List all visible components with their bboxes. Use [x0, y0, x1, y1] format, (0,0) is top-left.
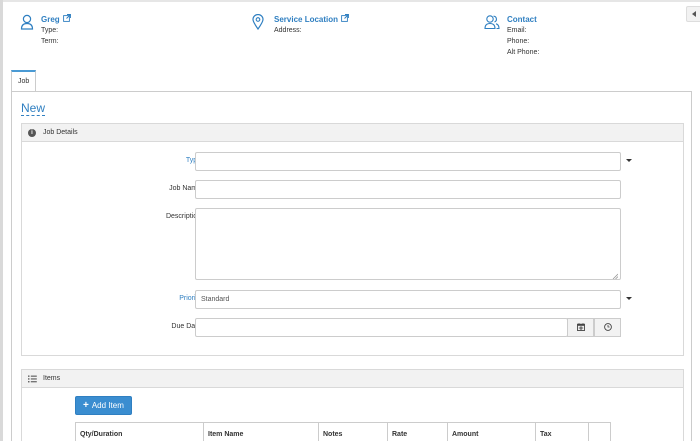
column-header-tax[interactable]: Tax	[536, 423, 589, 441]
contact-info: Contact Email: Phone: Alt Phone:	[484, 14, 539, 58]
items-title: Items	[43, 375, 61, 382]
job-details-header: i Job Details	[22, 124, 683, 142]
caret-left-icon	[691, 11, 696, 17]
calendar-button[interactable]	[567, 318, 594, 337]
email-label: Email:	[507, 27, 527, 34]
customer-info: Greg Type: Term:	[20, 14, 71, 47]
chevron-down-icon	[626, 159, 632, 162]
external-link-icon	[341, 14, 349, 24]
column-header-notes[interactable]: Notes	[319, 423, 388, 441]
service-location-title: Service Location	[274, 14, 339, 24]
page-title[interactable]: New	[21, 102, 46, 116]
job-name-input[interactable]	[195, 180, 621, 199]
left-frame-edge	[0, 0, 3, 441]
add-item-label: Add Item	[91, 401, 124, 410]
customer-name: Greg	[41, 14, 60, 24]
customer-type-label: Type:	[41, 27, 59, 34]
resize-handle-icon[interactable]	[612, 272, 619, 280]
service-location-link[interactable]: Service Location	[274, 14, 349, 24]
alt-phone-label: Alt Phone:	[507, 49, 540, 56]
due-date-input[interactable]	[195, 318, 568, 337]
info-circle-icon: i	[27, 128, 37, 138]
clock-icon	[603, 322, 612, 333]
external-link-icon	[62, 14, 71, 24]
job-details-section: i Job Details Type Job Name Description …	[21, 123, 684, 356]
tab-job[interactable]: Job	[11, 70, 37, 92]
column-header-amount[interactable]: Amount	[448, 423, 536, 441]
column-header-actions	[589, 423, 612, 441]
items-table: Qty/Duration Item Name Notes Rate Amount…	[75, 422, 611, 441]
time-button[interactable]	[594, 318, 621, 337]
add-item-button[interactable]: + Add Item	[75, 396, 132, 415]
description-textarea[interactable]	[195, 208, 621, 280]
calendar-icon	[576, 322, 585, 333]
priority-select[interactable]: Standard	[195, 290, 621, 309]
tab-bar: Job	[11, 70, 37, 92]
chevron-down-icon	[626, 297, 632, 300]
plus-icon: +	[83, 399, 89, 411]
job-details-title: Job Details	[43, 129, 78, 136]
contact-title[interactable]: Contact	[507, 14, 539, 24]
job-tab-panel: New i Job Details Type Job Name Descript…	[11, 91, 692, 441]
column-header-item-name[interactable]: Item Name	[204, 423, 319, 441]
service-location-info: Service Location Address:	[252, 14, 349, 36]
top-frame-edge	[3, 0, 700, 2]
collapse-panel-button[interactable]	[686, 6, 700, 22]
column-header-rate[interactable]: Rate	[388, 423, 448, 441]
user-icon	[20, 14, 34, 30]
map-pin-icon	[252, 14, 266, 30]
customer-name-link[interactable]: Greg	[41, 14, 71, 24]
items-header: Items	[22, 370, 683, 388]
address-label: Address:	[274, 27, 302, 34]
phone-label: Phone:	[507, 38, 530, 45]
list-icon	[27, 374, 37, 384]
column-header-qty-duration[interactable]: Qty/Duration	[76, 423, 204, 441]
type-select[interactable]	[195, 152, 621, 171]
contacts-icon	[484, 14, 500, 30]
customer-term-label: Term:	[41, 38, 59, 45]
